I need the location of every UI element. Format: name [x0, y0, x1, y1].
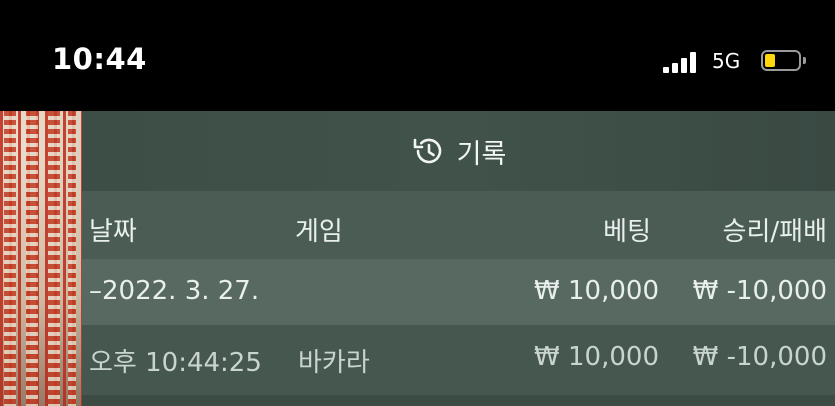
entry-bet: ₩ 10,000: [534, 342, 659, 372]
column-header-game: 게임: [295, 217, 343, 247]
column-header-result: 승리/패배: [722, 217, 827, 247]
date-group-label: –2022. 3. 27.: [89, 276, 260, 306]
entry-time: 오후 10:44:25: [89, 348, 262, 378]
date-group-bet-total: ₩ 10,000: [534, 276, 659, 306]
history-panel: 기록 날짜 게임 베팅 승리/패배 –2022. 3. 27. ₩ 10,000…: [82, 111, 835, 406]
table-header: 날짜 게임 베팅 승리/패배: [82, 191, 835, 259]
network-type: 5G: [712, 49, 741, 73]
history-title-bar: 기록: [82, 111, 835, 191]
date-group-result-total: ₩ -10,000: [692, 276, 827, 306]
entry-game: 바카라: [298, 348, 370, 378]
entry-result: ₩ -10,000: [692, 342, 827, 372]
battery-icon: [761, 50, 806, 71]
cellular-signal-icon: [663, 52, 703, 73]
date-group-row[interactable]: –2022. 3. 27. ₩ 10,000 ₩ -10,000: [82, 259, 835, 325]
status-time: 10:44: [52, 42, 147, 76]
history-icon: [413, 138, 441, 164]
status-bar: 10:44 5G: [0, 0, 835, 111]
table-footer-gap: [82, 395, 835, 406]
column-header-bet: 베팅: [603, 217, 651, 247]
history-title: 기록: [456, 138, 507, 170]
table-row[interactable]: 오후 10:44:25 바카라 ₩ 10,000 ₩ -10,000: [82, 325, 835, 395]
column-header-date: 날짜: [89, 217, 137, 247]
background-curtain-image: [0, 111, 82, 406]
